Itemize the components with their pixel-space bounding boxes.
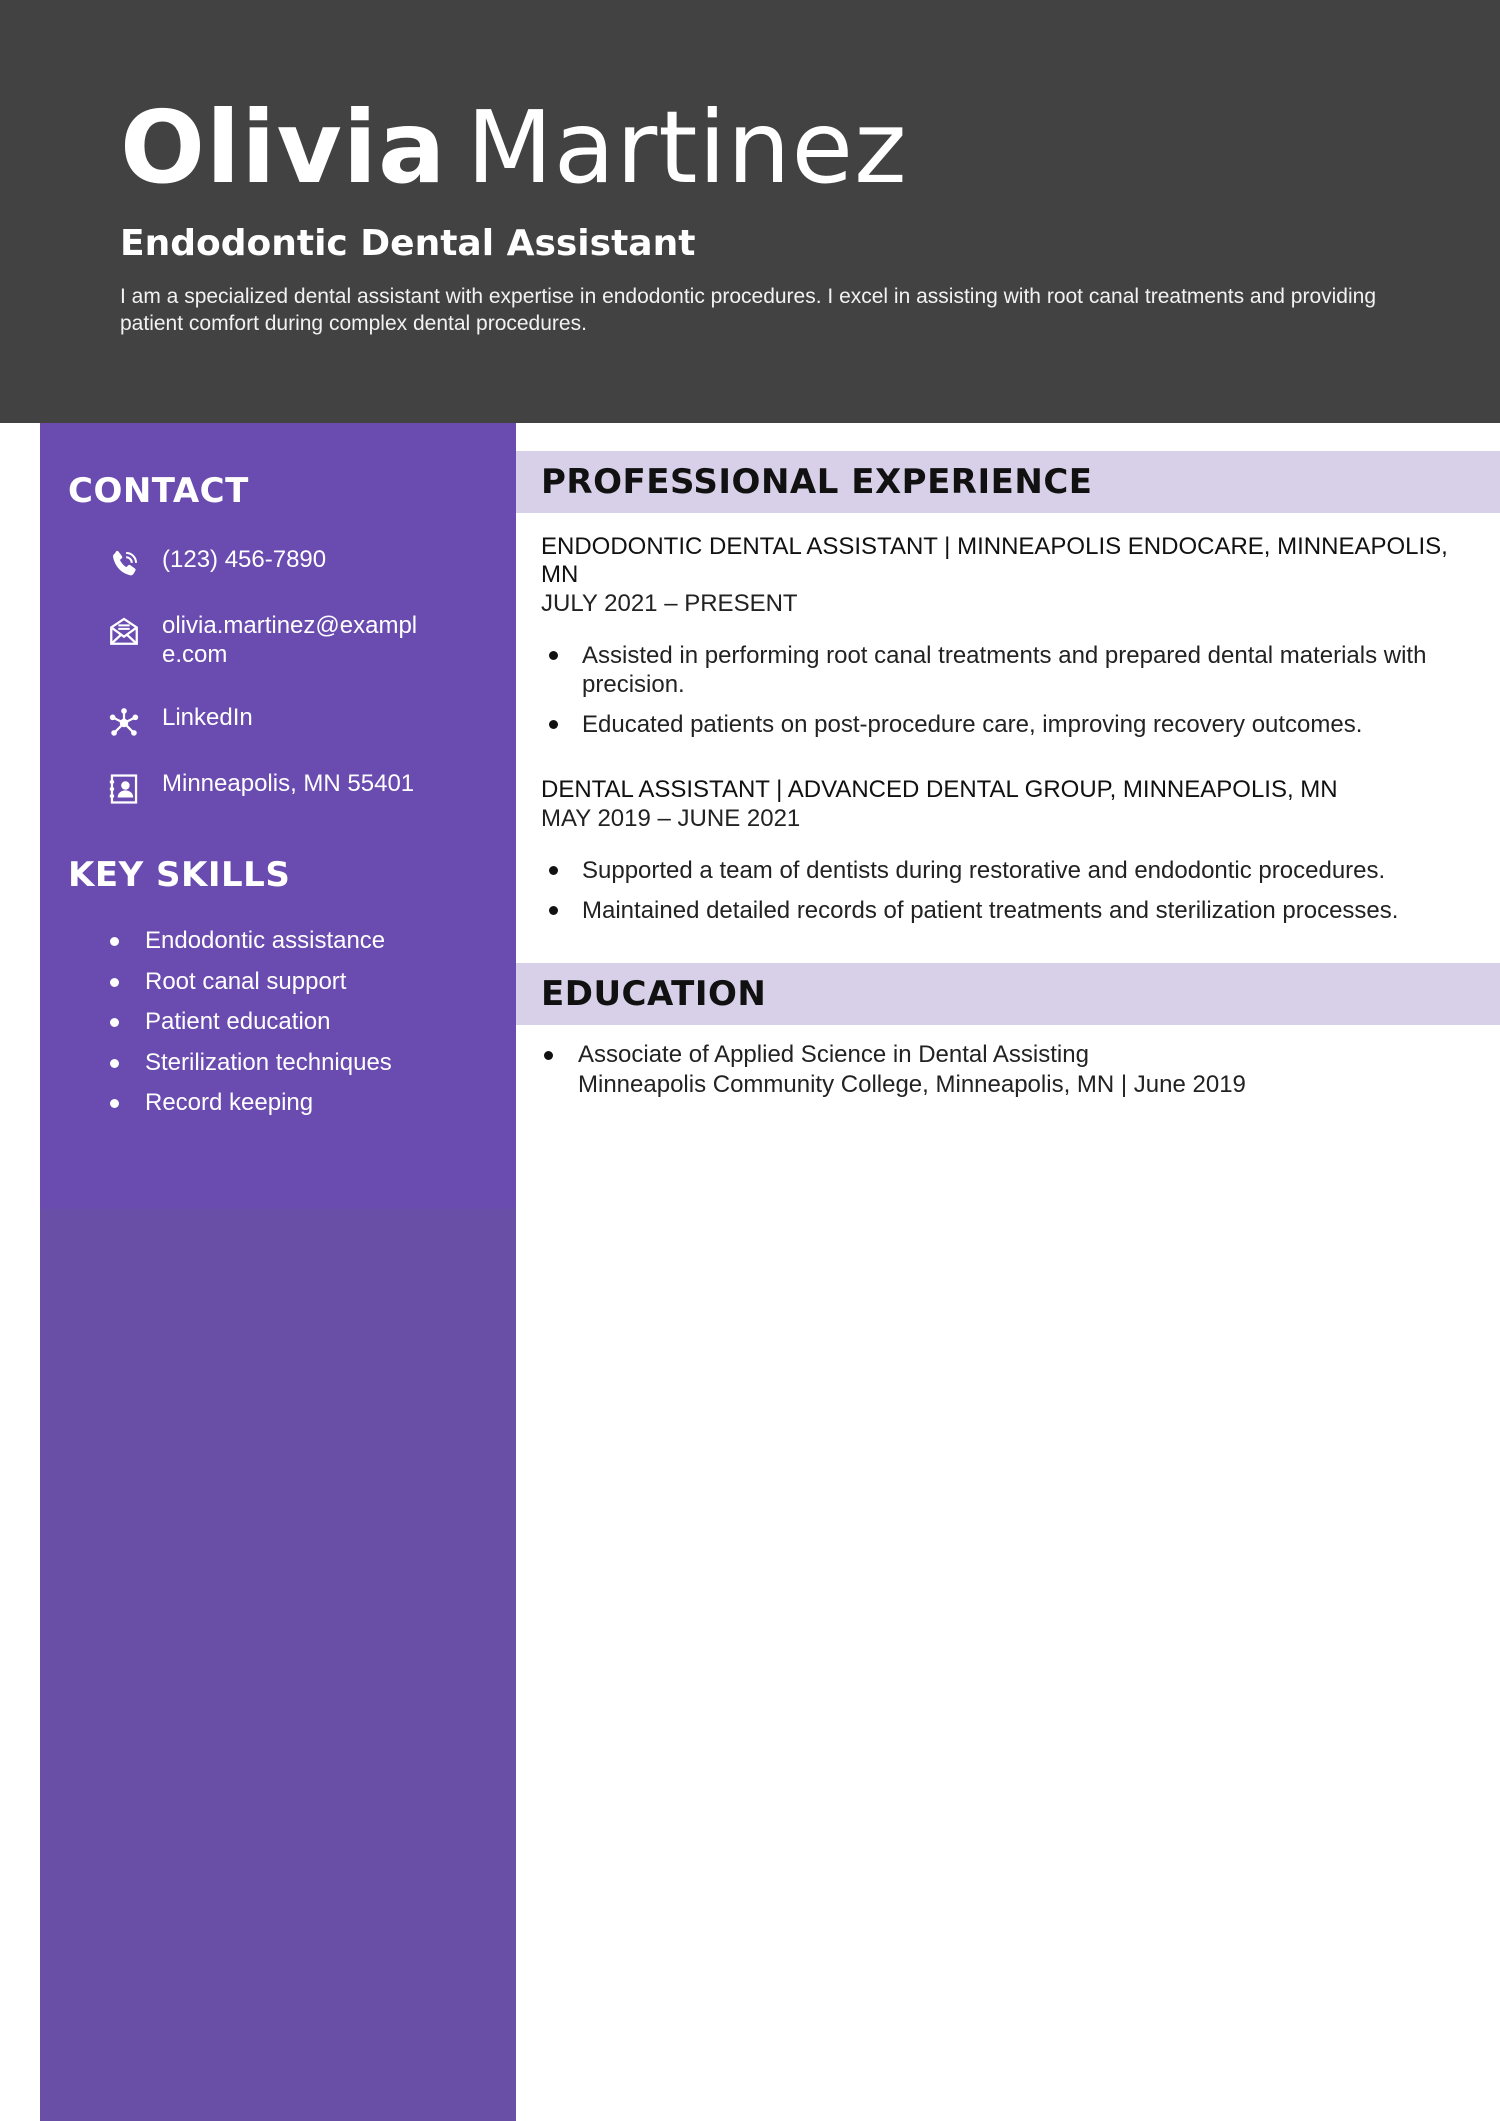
education-entry: Associate of Applied Science in Dental A… xyxy=(541,1040,1481,1100)
skill-item: Root canal support xyxy=(110,967,392,996)
candidate-name: Olivia Martinez xyxy=(120,88,908,208)
phone-number[interactable]: (123) 456-7890 xyxy=(162,545,432,574)
network-icon xyxy=(106,705,142,741)
envelope-icon xyxy=(106,613,142,649)
address-card-icon xyxy=(106,771,142,807)
last-name: Martinez xyxy=(466,89,908,206)
contact-phone: (123) 456-7890 xyxy=(106,545,496,583)
job-title: Endodontic Dental Assistant xyxy=(120,223,696,264)
job-title-line: ENDODONTIC DENTAL ASSISTANT | MINNEAPOLI… xyxy=(541,533,1448,588)
job-bullets: Supported a team of dentists during rest… xyxy=(549,856,1462,925)
contact-address: Minneapolis, MN 55401 xyxy=(106,769,496,807)
experience-heading: PROFESSIONAL EXPERIENCE xyxy=(541,462,1093,502)
linkedin-link[interactable]: LinkedIn xyxy=(162,703,432,732)
experience-section-header: PROFESSIONAL EXPERIENCE xyxy=(516,451,1500,513)
education-item: Associate of Applied Science in Dental A… xyxy=(541,1040,1481,1100)
job-entry: DENTAL ASSISTANT | ADVANCED DENTAL GROUP… xyxy=(541,776,1481,936)
contact-linkedin: LinkedIn xyxy=(106,703,496,741)
school-line: Minneapolis Community College, Minneapol… xyxy=(578,1071,1246,1098)
education-section-header: EDUCATION xyxy=(516,963,1500,1025)
resume-header: Olivia Martinez Endodontic Dental Assista… xyxy=(0,0,1500,423)
job-dates: JULY 2021 – PRESENT xyxy=(541,590,798,617)
job-dates: MAY 2019 – JUNE 2021 xyxy=(541,805,801,832)
skills-list: Endodontic assistance Root canal support… xyxy=(110,926,392,1129)
degree: Associate of Applied Science in Dental A… xyxy=(578,1041,1089,1068)
job-entry: ENDODONTIC DENTAL ASSISTANT | MINNEAPOLI… xyxy=(541,533,1481,750)
job-bullet: Supported a team of dentists during rest… xyxy=(514,856,1462,885)
skills-heading: KEY SKILLS xyxy=(68,855,291,895)
sidebar: CONTACT (123) 456-7890 olivia.martinez@e… xyxy=(40,423,516,2121)
contact-heading: CONTACT xyxy=(68,471,249,511)
skill-item: Record keeping xyxy=(110,1088,392,1117)
job-bullet: Assisted in performing root canal treatm… xyxy=(514,641,1462,699)
skill-item: Patient education xyxy=(110,1007,392,1036)
email-address[interactable]: olivia.martinez@example.com xyxy=(162,611,432,669)
job-bullet: Educated patients on post-procedure care… xyxy=(514,710,1462,739)
education-heading: EDUCATION xyxy=(541,974,767,1014)
job-title-line: DENTAL ASSISTANT | ADVANCED DENTAL GROUP… xyxy=(541,776,1338,803)
profile-summary: I am a specialized dental assistant with… xyxy=(120,285,1377,335)
contact-email: olivia.martinez@example.com xyxy=(106,611,496,669)
first-name: Olivia xyxy=(120,89,447,206)
job-bullets: Assisted in performing root canal treatm… xyxy=(549,641,1462,739)
location: Minneapolis, MN 55401 xyxy=(162,770,415,797)
job-bullet: Maintained detailed records of patient t… xyxy=(514,896,1462,925)
skill-item: Endodontic assistance xyxy=(110,926,392,955)
skill-item: Sterilization techniques xyxy=(110,1048,392,1077)
phone-icon xyxy=(106,547,142,583)
